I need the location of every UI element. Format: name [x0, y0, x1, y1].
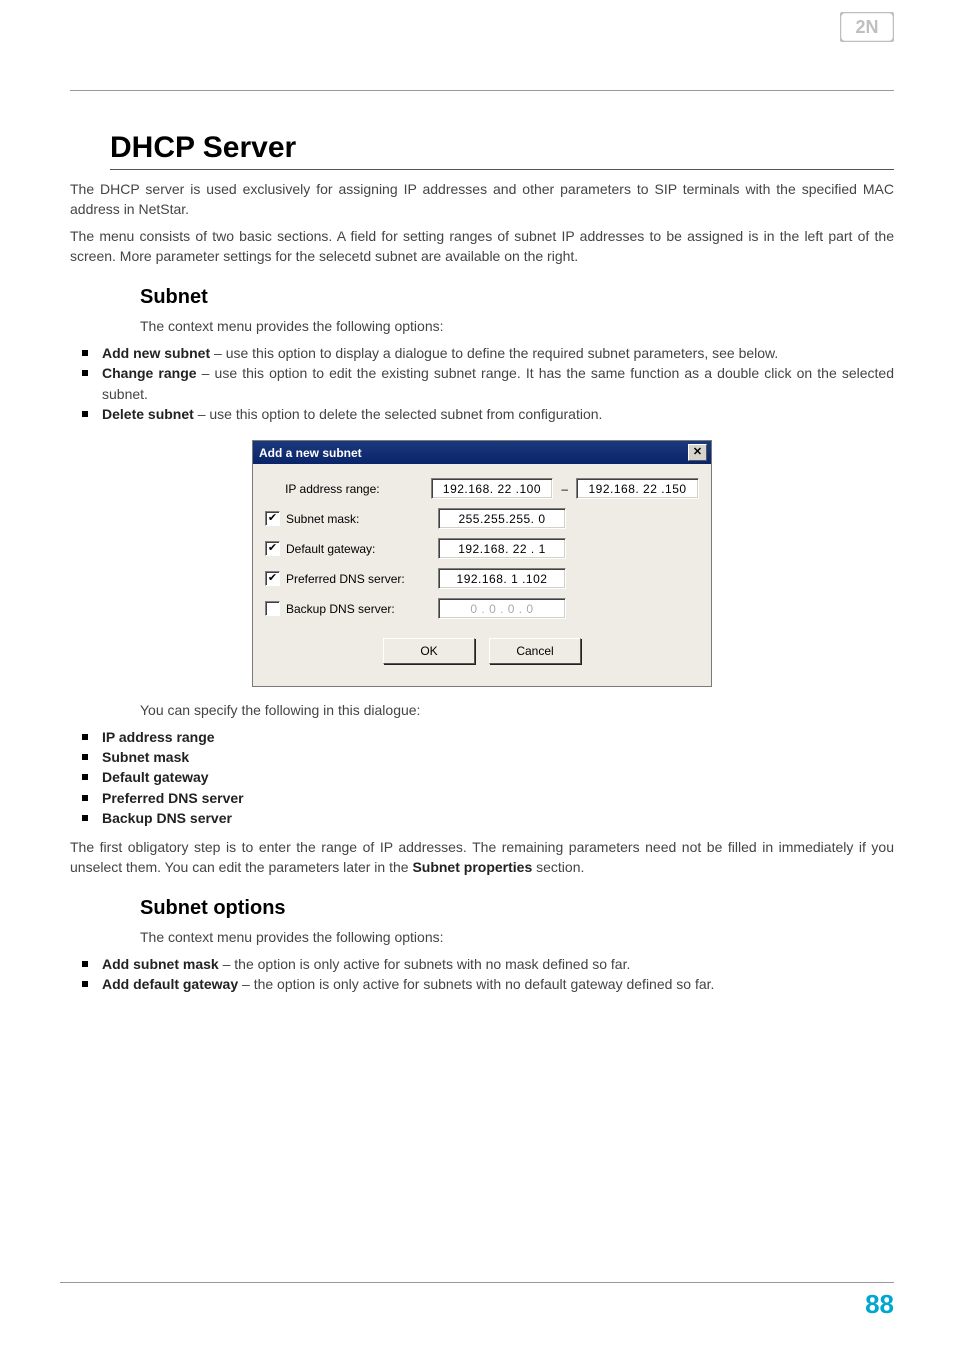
row-default-gateway: ✔ Default gateway: 192.168. 22 . 1 [265, 538, 699, 559]
list-item: Add default gateway – the option is only… [98, 974, 894, 994]
subnet-mask-label: Subnet mask: [286, 512, 438, 526]
list-item-label: Delete subnet [102, 406, 194, 422]
check-icon: ✔ [268, 543, 277, 554]
backup-dns-label: Backup DNS server: [286, 602, 438, 616]
row-ip-range: IP address range: 192.168. 22 .100 – 192… [265, 478, 699, 499]
page-footer: 88 [60, 1282, 894, 1320]
ip-range-from-input[interactable]: 192.168. 22 .100 [431, 478, 554, 499]
backup-dns-input[interactable]: 0 . 0 . 0 . 0 [438, 598, 566, 619]
row-subnet-mask: ✔ Subnet mask: 255.255.255. 0 [265, 508, 699, 529]
ip-range-to-input[interactable]: 192.168. 22 .150 [576, 478, 699, 499]
close-button[interactable]: ✕ [688, 444, 707, 461]
default-gateway-label: Default gateway: [286, 542, 438, 556]
list-item-label: IP address range [102, 729, 215, 745]
intro-paragraph-1: The DHCP server is used exclusively for … [70, 180, 894, 219]
close-icon: ✕ [693, 447, 702, 458]
subnet-options-lead: The context menu provides the following … [140, 928, 894, 948]
dialog-title-text: Add a new subnet [259, 446, 362, 460]
default-gateway-input[interactable]: 192.168. 22 . 1 [438, 538, 566, 559]
dialog-titlebar: Add a new subnet ✕ [253, 441, 711, 464]
list-item-label: Add default gateway [102, 976, 238, 992]
subnet-context-menu-list: Add new subnet – use this option to disp… [70, 343, 894, 424]
dialog-fields-list: IP address range Subnet mask Default gat… [70, 727, 894, 828]
cancel-button[interactable]: Cancel [489, 638, 581, 664]
list-item: Add subnet mask – the option is only act… [98, 954, 894, 974]
list-item-label: Backup DNS server [102, 810, 232, 826]
default-gateway-checkbox[interactable]: ✔ [265, 541, 280, 556]
list-item-text: – use this option to delete the selected… [194, 406, 603, 422]
ok-button[interactable]: OK [383, 638, 475, 664]
page-title: DHCP Server [110, 131, 894, 165]
list-item: Change range – use this option to edit t… [98, 363, 894, 404]
subnet-heading: Subnet [140, 286, 894, 309]
check-icon: ✔ [268, 573, 277, 584]
list-item: Default gateway [98, 767, 894, 787]
tail-bold: Subnet properties [412, 859, 532, 875]
add-subnet-dialog: Add a new subnet ✕ IP address range: 192… [252, 440, 712, 687]
list-item: IP address range [98, 727, 894, 747]
list-item-label: Add subnet mask [102, 956, 219, 972]
dialog-followup-lead: You can specify the following in this di… [140, 701, 894, 721]
preferred-dns-label: Preferred DNS server: [286, 572, 438, 586]
subnet-mask-checkbox[interactable]: ✔ [265, 511, 280, 526]
backup-dns-checkbox[interactable] [265, 601, 280, 616]
svg-text:2N: 2N [855, 17, 878, 37]
list-item: Delete subnet – use this option to delet… [98, 404, 894, 424]
list-item-label: Preferred DNS server [102, 790, 244, 806]
intro-paragraph-2: The menu consists of two basic sections.… [70, 227, 894, 266]
ip-range-label: IP address range: [285, 482, 430, 496]
list-item-label: Subnet mask [102, 749, 189, 765]
subnet-mask-input[interactable]: 255.255.255. 0 [438, 508, 566, 529]
tail-post: section. [532, 859, 584, 875]
list-item-label: Default gateway [102, 769, 209, 785]
page-number: 88 [865, 1289, 894, 1319]
page-header: 2N [70, 0, 894, 91]
list-item-label: Add new subnet [102, 345, 210, 361]
range-dash: – [553, 482, 576, 496]
subnet-options-heading: Subnet options [140, 897, 894, 920]
check-icon: ✔ [268, 513, 277, 524]
brand-logo-icon: 2N [840, 12, 894, 42]
title-rule [110, 169, 894, 170]
row-preferred-dns: ✔ Preferred DNS server: 192.168. 1 .102 [265, 568, 699, 589]
list-item-text: – use this option to display a dialogue … [210, 345, 778, 361]
list-item: Backup DNS server [98, 808, 894, 828]
list-item-text: – use this option to edit the existing s… [102, 365, 894, 401]
list-item: Preferred DNS server [98, 788, 894, 808]
list-item-text: – the option is only active for subnets … [238, 976, 714, 992]
list-item: Subnet mask [98, 747, 894, 767]
preferred-dns-checkbox[interactable]: ✔ [265, 571, 280, 586]
dialog-followup-tail: The first obligatory step is to enter th… [70, 838, 894, 877]
subnet-options-list: Add subnet mask – the option is only act… [70, 954, 894, 995]
list-item: Add new subnet – use this option to disp… [98, 343, 894, 363]
subnet-lead: The context menu provides the following … [140, 317, 894, 337]
preferred-dns-input[interactable]: 192.168. 1 .102 [438, 568, 566, 589]
dialog-body: IP address range: 192.168. 22 .100 – 192… [253, 464, 711, 686]
row-backup-dns: Backup DNS server: 0 . 0 . 0 . 0 [265, 598, 699, 619]
list-item-text: – the option is only active for subnets … [219, 956, 631, 972]
list-item-label: Change range [102, 365, 197, 381]
